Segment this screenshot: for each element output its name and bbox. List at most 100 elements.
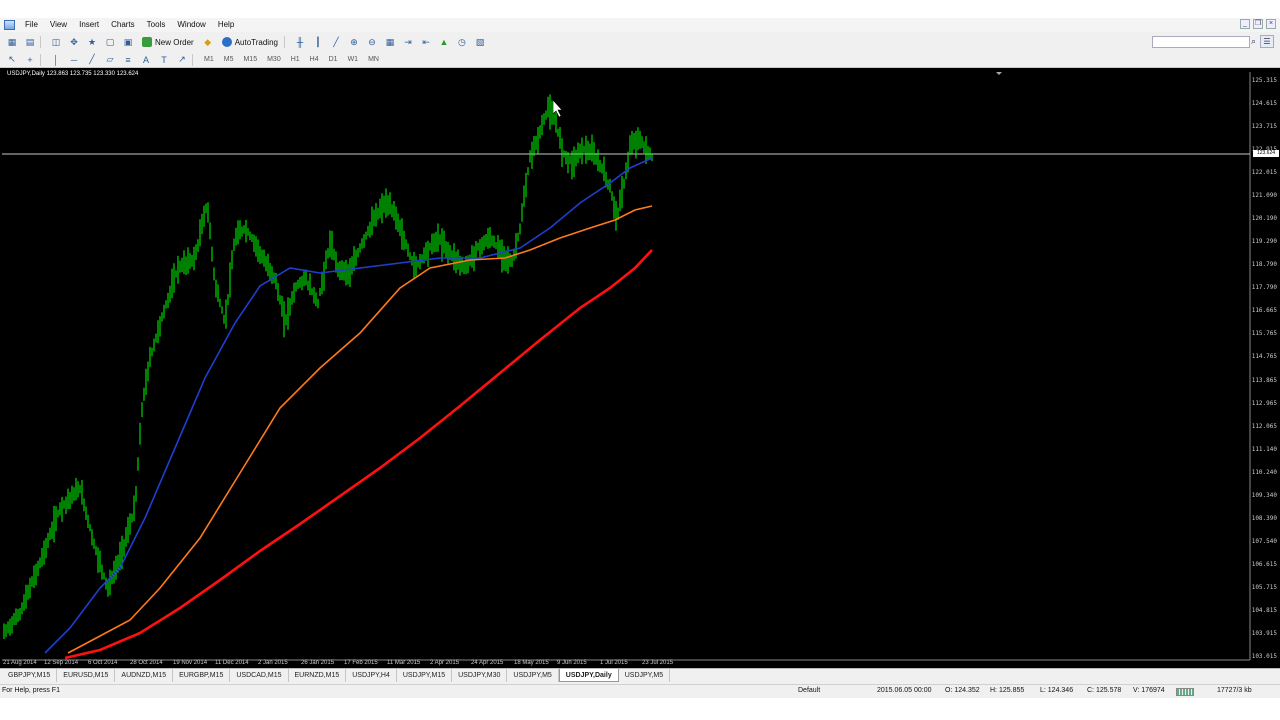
line-chart-icon[interactable]: ╱ bbox=[328, 35, 344, 49]
app-icon[interactable] bbox=[4, 20, 15, 30]
status-help: For Help, press F1 bbox=[2, 687, 60, 694]
status-profile[interactable]: Default bbox=[798, 687, 820, 694]
navigator-icon[interactable]: ★ bbox=[84, 35, 100, 49]
candlestick-icon[interactable]: ┃ bbox=[310, 35, 326, 49]
moving-average-mid bbox=[67, 205, 653, 654]
zoom-in-icon[interactable]: ⊕ bbox=[346, 35, 362, 49]
price-tick-label: 110.240 bbox=[1251, 468, 1277, 476]
new-chart-icon[interactable]: ▦ bbox=[4, 35, 20, 49]
community-icon[interactable]: ☰ bbox=[1260, 35, 1274, 48]
chart-shift-icon[interactable]: ⇤ bbox=[418, 35, 434, 49]
price-tick-label: 107.540 bbox=[1251, 537, 1277, 545]
chart-tab[interactable]: USDJPY,H4 bbox=[346, 669, 397, 682]
menu-help[interactable]: Help bbox=[212, 18, 240, 32]
tile-windows-icon[interactable]: ▦ bbox=[382, 35, 398, 49]
timeframe-w1[interactable]: W1 bbox=[344, 56, 363, 63]
chart-tab[interactable]: EURUSD,M15 bbox=[57, 669, 116, 682]
main-toolbar: ▦ ▤ ◫ ✥ ★ ▢ ▣ New Order ◆ AutoTrading ╫ … bbox=[0, 33, 1280, 51]
text-icon[interactable]: A bbox=[138, 53, 154, 67]
connection-status-icon[interactable] bbox=[1176, 688, 1194, 696]
search-input[interactable] bbox=[1152, 36, 1250, 48]
screen-bottom bbox=[0, 698, 1280, 720]
close-icon[interactable]: × bbox=[1266, 19, 1276, 29]
menu-insert[interactable]: Insert bbox=[73, 18, 105, 32]
time-tick-label: 19 Nov 2014 bbox=[173, 660, 208, 666]
status-close: C: 125.578 bbox=[1087, 687, 1122, 694]
toolbar-separator bbox=[40, 53, 46, 66]
price-chart[interactable]: USDJPY,Daily 123.863 123.735 123.330 123… bbox=[0, 68, 1280, 668]
price-tick-label: 108.390 bbox=[1251, 514, 1277, 522]
time-tick-label: 2 Jan 2015 bbox=[258, 660, 288, 666]
restore-icon[interactable]: ❐ bbox=[1253, 19, 1263, 29]
price-tick-label: 121.090 bbox=[1251, 192, 1277, 200]
chart-tab[interactable]: USDJPY,M5 bbox=[619, 669, 671, 682]
tester-icon[interactable]: ▣ bbox=[120, 35, 136, 49]
new-order-button[interactable]: New Order bbox=[138, 35, 198, 49]
bar-chart-icon[interactable]: ╫ bbox=[292, 35, 308, 49]
time-tick-label: 28 Oct 2014 bbox=[130, 660, 163, 666]
price-tick-label: 111.140 bbox=[1251, 445, 1277, 453]
timeframe-m15[interactable]: M15 bbox=[239, 56, 261, 63]
timeframe-m1[interactable]: M1 bbox=[200, 56, 218, 63]
timeframe-d1[interactable]: D1 bbox=[325, 56, 342, 63]
autotrading-icon bbox=[221, 37, 232, 47]
autotrading-button[interactable]: AutoTrading bbox=[218, 35, 282, 49]
chart-tab[interactable]: USDCAD,M15 bbox=[230, 669, 289, 682]
zoom-out-icon[interactable]: ⊖ bbox=[364, 35, 380, 49]
chart-tab[interactable]: USDJPY,M5 bbox=[507, 669, 559, 682]
timeframe-h1[interactable]: H1 bbox=[287, 56, 304, 63]
time-tick-label: 24 Apr 2015 bbox=[471, 660, 504, 666]
price-tick-label: 118.790 bbox=[1251, 261, 1277, 269]
price-tick-label: 115.765 bbox=[1251, 330, 1277, 338]
price-tick-label: 109.340 bbox=[1251, 491, 1277, 499]
price-tick-label: 113.865 bbox=[1251, 376, 1277, 384]
profiles-icon[interactable]: ▤ bbox=[22, 35, 38, 49]
metaeditor-icon[interactable]: ◆ bbox=[200, 35, 216, 49]
chart-symbol-label: USDJPY,Daily 123.863 123.735 123.330 123… bbox=[7, 71, 139, 77]
menu-bar: File View Insert Charts Tools Window Hel… bbox=[0, 18, 1280, 32]
data-window-icon[interactable]: ✥ bbox=[66, 35, 82, 49]
minimize-icon[interactable]: _ bbox=[1240, 19, 1250, 29]
status-high: H: 125.855 bbox=[990, 687, 1025, 694]
price-tick-label: 112.965 bbox=[1251, 399, 1277, 407]
chart-tab[interactable]: EURNZD,M15 bbox=[289, 669, 347, 682]
crosshair-icon[interactable]: + bbox=[22, 53, 38, 67]
timeframe-mn[interactable]: MN bbox=[364, 56, 383, 63]
price-tick-label: 123.715 bbox=[1251, 123, 1277, 131]
equidistant-channel-icon[interactable]: ▱ bbox=[102, 53, 118, 67]
menu-window[interactable]: Window bbox=[171, 18, 211, 32]
drawing-toolbar: ↖ + │ ─ ╱ ▱ ≡ A T ↗ M1 M5 M15 M30 H1 H4 … bbox=[0, 52, 1280, 68]
chart-tab[interactable]: USDJPY,Daily bbox=[558, 669, 619, 682]
menu-view[interactable]: View bbox=[44, 18, 73, 32]
terminal-icon[interactable]: ▢ bbox=[102, 35, 118, 49]
periods-icon[interactable]: ◷ bbox=[454, 35, 470, 49]
chart-tab[interactable]: GBPJPY,M15 bbox=[2, 669, 58, 682]
menu-file[interactable]: File bbox=[19, 18, 44, 32]
vertical-line-icon[interactable]: │ bbox=[48, 53, 64, 67]
timeframe-h4[interactable]: H4 bbox=[306, 56, 323, 63]
templates-icon[interactable]: ▧ bbox=[472, 35, 488, 49]
timeframe-m5[interactable]: M5 bbox=[220, 56, 238, 63]
autotrading-label: AutoTrading bbox=[234, 37, 278, 47]
menu-tools[interactable]: Tools bbox=[141, 18, 172, 32]
timeframe-m30[interactable]: M30 bbox=[263, 56, 285, 63]
trendline-icon[interactable]: ╱ bbox=[84, 53, 100, 67]
horizontal-line-icon[interactable]: ─ bbox=[66, 53, 82, 67]
cursor-icon[interactable]: ↖ bbox=[4, 53, 20, 67]
status-open: O: 124.352 bbox=[945, 687, 980, 694]
menu-charts[interactable]: Charts bbox=[105, 18, 141, 32]
chart-tab[interactable]: USDJPY,M15 bbox=[397, 669, 453, 682]
search-icon[interactable]: ⌕ bbox=[1251, 36, 1256, 47]
chart-tab[interactable]: USDJPY,M30 bbox=[452, 669, 508, 682]
market-watch-icon[interactable]: ◫ bbox=[48, 35, 64, 49]
chart-tab[interactable]: AUDNZD,M15 bbox=[115, 669, 174, 682]
chart-canvas[interactable] bbox=[0, 68, 1280, 668]
text-label-icon[interactable]: T bbox=[156, 53, 172, 67]
indicators-icon[interactable]: ▲ bbox=[436, 35, 452, 49]
fibonacci-icon[interactable]: ≡ bbox=[120, 53, 136, 67]
autoscroll-icon[interactable]: ⇥ bbox=[400, 35, 416, 49]
arrows-icon[interactable]: ↗ bbox=[174, 53, 190, 67]
chart-tab[interactable]: EURGBP,M15 bbox=[173, 669, 231, 682]
toolbar-separator bbox=[40, 36, 46, 48]
time-tick-label: 6 Oct 2014 bbox=[88, 660, 118, 666]
